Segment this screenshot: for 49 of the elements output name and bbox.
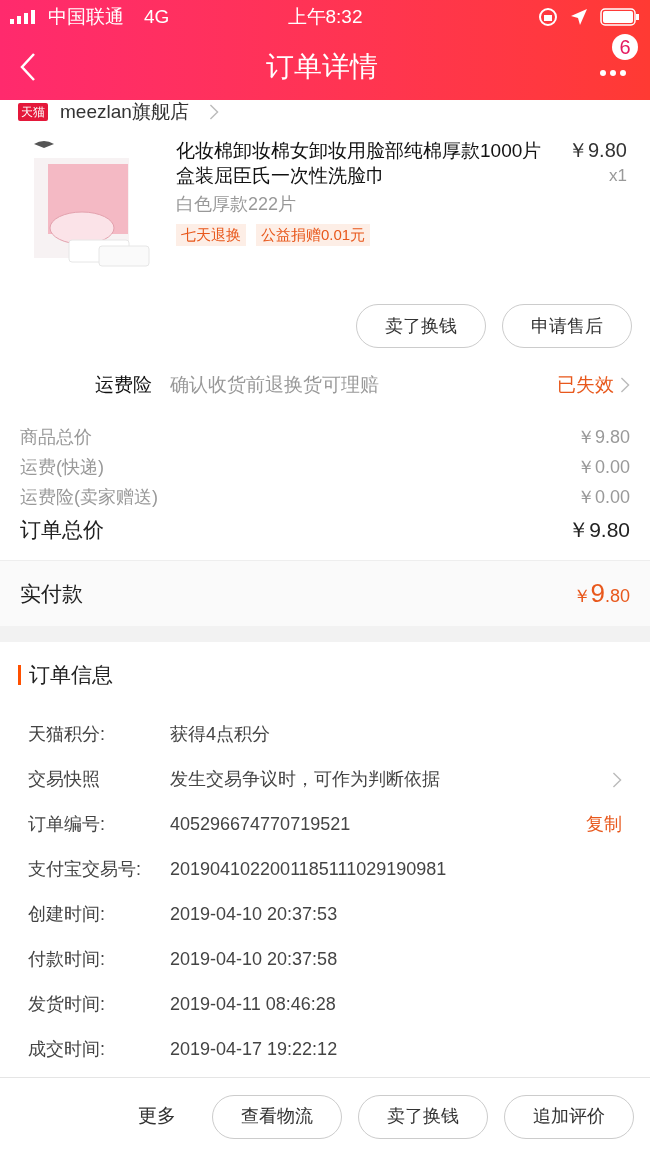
fee-label: 商品总价 xyxy=(20,425,92,449)
info-value: 405296674770719521 xyxy=(170,813,352,836)
info-value: 获得4点积分 xyxy=(170,723,271,746)
carrier-name: 中国联通 xyxy=(48,4,124,29)
network-type: 4G xyxy=(144,4,170,29)
product-variant: 白色厚款222片 xyxy=(176,192,298,216)
notification-badge: 6 xyxy=(612,34,638,60)
fee-value: ￥9.80 xyxy=(576,425,630,449)
fee-value: ￥0.00 xyxy=(576,485,630,509)
info-value: 2019-04-10 20:37:53 xyxy=(170,903,339,926)
service-tag: 公益捐赠0.01元 xyxy=(256,223,371,246)
info-label: 交易快照 xyxy=(28,768,101,791)
insurance-description: 确认收货前退换货可理赔 xyxy=(170,372,380,397)
chevron-right-icon xyxy=(620,377,630,393)
platform-logo: 天猫 xyxy=(18,103,48,121)
chevron-right-icon xyxy=(208,104,219,120)
fee-value: ￥0.00 xyxy=(576,455,630,479)
info-label: 发货时间: xyxy=(28,993,106,1016)
paid-amount: ￥9.80 xyxy=(572,577,630,610)
total-label: 订单总价 xyxy=(20,517,104,544)
product-quantity: x1 xyxy=(608,165,627,187)
info-label: 支付宝交易号: xyxy=(28,858,142,881)
fee-label: 运费(快递) xyxy=(20,455,104,479)
info-label: 成交时间: xyxy=(28,1038,106,1061)
status-time: 上午8:32 xyxy=(287,4,363,29)
shop-name[interactable]: meezlan旗舰店 xyxy=(60,97,189,127)
battery-icon xyxy=(600,8,640,26)
fee-label: 运费险(卖家赠送) xyxy=(20,485,158,509)
service-tag: 七天退换 xyxy=(176,223,246,246)
info-label: 订单编号: xyxy=(28,813,106,836)
info-label: 天猫积分: xyxy=(28,723,106,746)
info-value: 2019-04-17 19:22:12 xyxy=(170,1038,339,1061)
more-button[interactable]: 更多 xyxy=(138,1102,176,1131)
paid-label: 实付款 xyxy=(20,580,83,607)
section-title: 订单信息 xyxy=(29,662,113,689)
location-icon xyxy=(570,8,588,26)
info-value: 2019-04-10 20:37:58 xyxy=(170,948,339,971)
info-label: 创建时间: xyxy=(28,903,106,926)
insurance-label: 运费险 xyxy=(95,372,152,397)
info-value: 发生交易争议时，可作为判断依据 xyxy=(170,768,441,791)
info-value: 2019-04-11 08:46:28 xyxy=(170,993,337,1016)
info-label: 付款时间: xyxy=(28,948,106,971)
product-title[interactable]: 化妆棉卸妆棉女卸妆用脸部纯棉厚款1000片盒装屈臣氏一次性洗脸巾 xyxy=(176,138,556,189)
total-value: ￥9.80 xyxy=(568,517,630,544)
info-value: 2019041022001185111029190981 xyxy=(170,858,448,881)
insurance-status[interactable]: 已失效 xyxy=(557,370,614,400)
page-title: 订单详情 xyxy=(265,50,379,84)
product-price: ￥9.80 xyxy=(568,138,627,163)
copy-link[interactable]: 复制 xyxy=(586,811,622,838)
